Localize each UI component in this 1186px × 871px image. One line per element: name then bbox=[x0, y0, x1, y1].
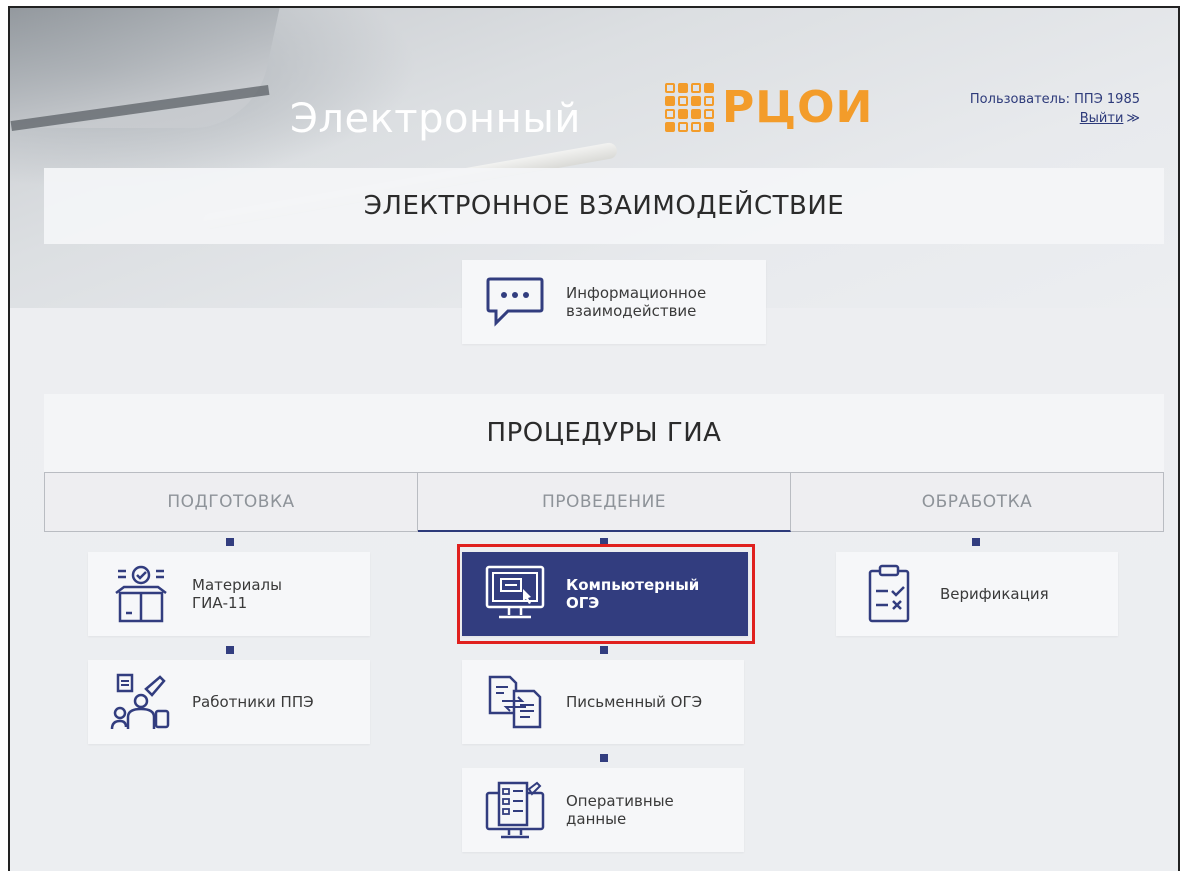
ppe-workers-card[interactable]: Работники ППЭ bbox=[88, 660, 370, 744]
section-gia-procedures: ПРОЦЕДУРЫ ГИА bbox=[44, 394, 1164, 472]
logo-text: РЦОИ bbox=[722, 82, 874, 133]
written-oge-card[interactable]: Письменный ОГЭ bbox=[462, 660, 744, 744]
computer-oge-label: Компьютерный ОГЭ bbox=[566, 576, 700, 612]
connector-dot bbox=[972, 538, 980, 546]
info-interaction-card[interactable]: Информационное взаимодействие bbox=[462, 260, 766, 344]
workers-card-label: Работники ППЭ bbox=[192, 693, 314, 711]
monitor-report-icon bbox=[476, 779, 554, 841]
workers-icon bbox=[102, 671, 180, 733]
materials-card-label: Материалы ГИА-11 bbox=[192, 576, 282, 612]
rcoi-logo: РЦОИ bbox=[665, 82, 873, 133]
materials-gia-card[interactable]: Материалы ГИА-11 bbox=[88, 552, 370, 636]
section-electronic-interaction: ЭЛЕКТРОННОЕ ВЗАИМОДЕЙСТВИЕ bbox=[44, 168, 1164, 244]
computer-monitor-icon bbox=[476, 563, 554, 625]
tab-conduct[interactable]: ПРОВЕДЕНИЕ bbox=[418, 472, 791, 532]
written-oge-label: Письменный ОГЭ bbox=[566, 693, 703, 711]
connector-dot bbox=[226, 538, 234, 546]
package-check-icon bbox=[102, 563, 180, 625]
document-exchange-icon bbox=[476, 673, 554, 731]
verification-card[interactable]: Верификация bbox=[836, 552, 1118, 636]
user-info: Пользователь: ППЭ 1985 Выйти ≫ bbox=[970, 92, 1140, 126]
connector-dot bbox=[600, 646, 608, 654]
tab-preparation[interactable]: ПОДГОТОВКА bbox=[44, 472, 418, 532]
verification-label: Верификация bbox=[940, 585, 1049, 603]
app-frame: Электронный РЦОИ Пользователь: ППЭ 1985 … bbox=[8, 6, 1180, 871]
operational-data-label: Оперативные данные bbox=[566, 792, 674, 828]
checklist-icon bbox=[850, 563, 928, 625]
logo-grid-icon bbox=[665, 83, 714, 132]
tab-processing[interactable]: ОБРАБОТКА bbox=[791, 472, 1164, 532]
chat-bubble-icon bbox=[476, 273, 554, 331]
logout-link[interactable]: Выйти ≫ bbox=[970, 111, 1140, 126]
connector-dot bbox=[600, 538, 608, 546]
stage-tabs: ПОДГОТОВКА ПРОВЕДЕНИЕ ОБРАБОТКА bbox=[44, 472, 1164, 532]
computer-oge-card[interactable]: Компьютерный ОГЭ bbox=[462, 552, 748, 636]
logout-label: Выйти bbox=[1079, 111, 1124, 126]
operational-data-card[interactable]: Оперативные данные bbox=[462, 768, 744, 852]
connector-dot bbox=[226, 646, 234, 654]
page-title: Электронный bbox=[290, 96, 581, 142]
info-card-label: Информационное взаимодействие bbox=[566, 284, 707, 320]
user-label: Пользователь: ППЭ 1985 bbox=[969, 92, 1140, 107]
connector-dot bbox=[600, 754, 608, 762]
chevron-right-icon: ≫ bbox=[1126, 111, 1140, 126]
